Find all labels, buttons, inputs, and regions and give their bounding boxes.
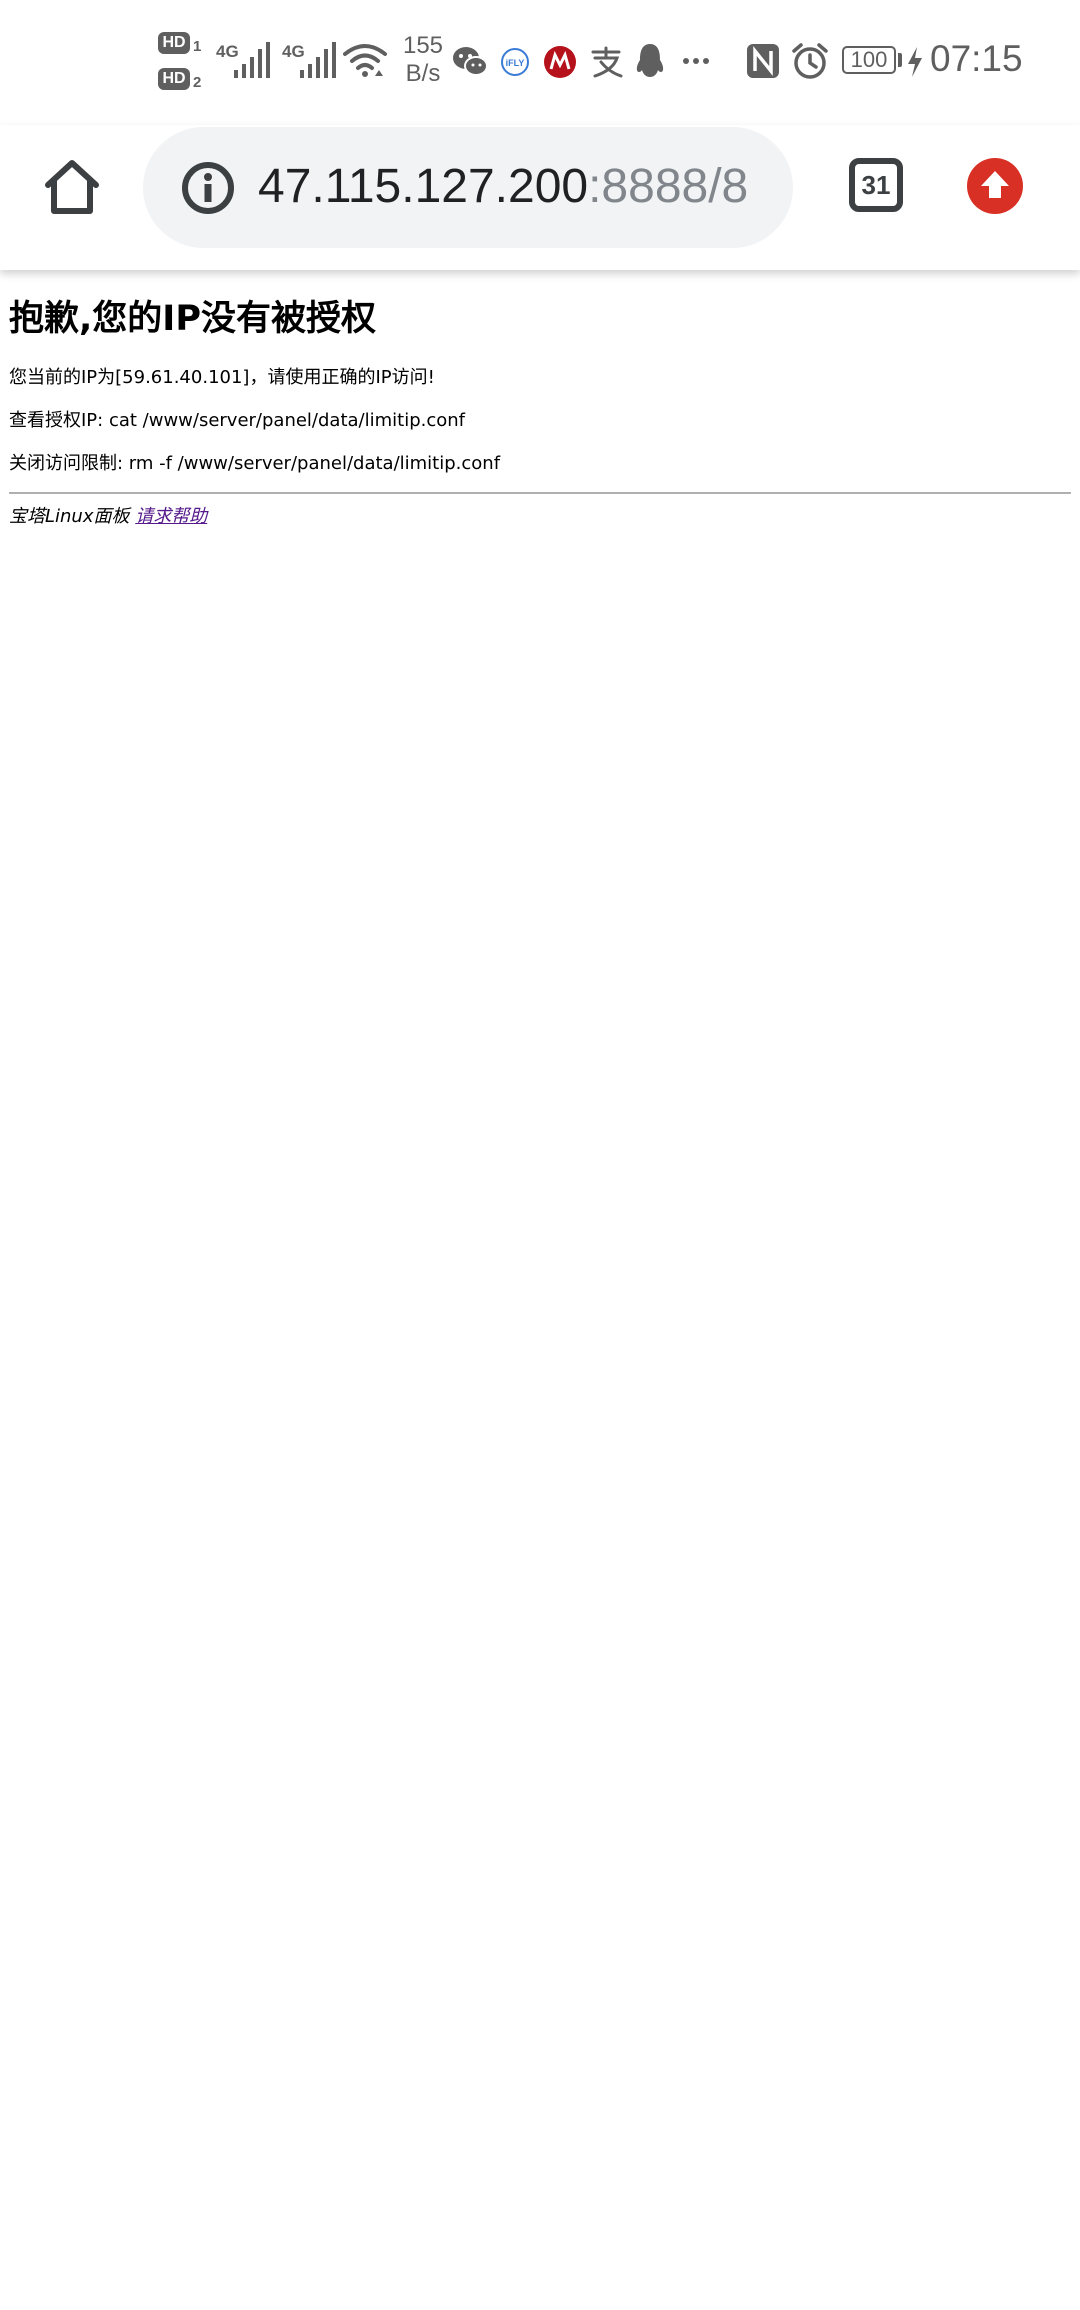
- qq-icon: [636, 44, 664, 77]
- svg-text:iFLY: iFLY: [506, 58, 525, 68]
- cmb-icon: [544, 46, 576, 78]
- sim2-index: 2: [193, 74, 202, 91]
- url-text[interactable]: 47.115.127.200:8888/8: [258, 157, 748, 217]
- signal-icon: [234, 42, 270, 78]
- page-content: 抱歉,您的IP没有被授权 您当前的IP为[59.61.40.101]，请使用正确…: [0, 270, 1080, 529]
- battery-icon: 100: [842, 46, 896, 74]
- hd-badge-sim2: HD: [158, 68, 190, 90]
- network-speed-unit: B/s: [405, 60, 441, 87]
- update-icon: [981, 171, 1009, 198]
- view-authorized-ip-command: 查看授权IP: cat /www/server/panel/data/limit…: [9, 410, 466, 431]
- page-title: 抱歉,您的IP没有被授权: [9, 299, 376, 339]
- browser-toolbar: 47.115.127.200:8888/8 31: [0, 125, 1080, 270]
- wifi-icon: [343, 44, 387, 77]
- network-speed-value: 155: [402, 32, 444, 59]
- wechat-icon: [453, 47, 488, 76]
- update-button[interactable]: [967, 158, 1023, 214]
- network-speed: 155 B/s: [398, 32, 448, 88]
- ifly-icon: iFLY: [501, 48, 529, 76]
- signal-icon: [300, 42, 336, 78]
- footer: 宝塔Linux面板 请求帮助: [9, 505, 1071, 529]
- hd-badge-sim1: HD: [158, 32, 190, 54]
- url-path: :8888/8: [588, 160, 749, 213]
- home-icon[interactable]: [40, 155, 104, 219]
- url-host: 47.115.127.200: [258, 160, 589, 213]
- status-time: 07:15: [930, 38, 1023, 79]
- alarm-icon: [792, 43, 828, 79]
- sim1-index: 1: [193, 38, 202, 55]
- status-bar: HD 1 HD 2 4G 4G 155 B/s iFLY 100 07:15: [0, 0, 1080, 125]
- disable-restriction-command: 关闭访问限制: rm -f /www/server/panel/data/lim…: [9, 453, 501, 474]
- help-link[interactable]: 请求帮助: [135, 506, 207, 527]
- divider: [9, 492, 1071, 494]
- address-bar[interactable]: 47.115.127.200:8888/8: [143, 127, 793, 248]
- charging-icon: [908, 47, 922, 77]
- current-ip-message: 您当前的IP为[59.61.40.101]，请使用正确的IP访问!: [9, 367, 435, 388]
- alipay-icon: [591, 46, 623, 78]
- footer-brand: 宝塔Linux面板: [9, 506, 130, 527]
- more-icon: [683, 58, 709, 64]
- nfc-icon: [747, 44, 779, 78]
- tab-switcher-button[interactable]: 31: [849, 158, 903, 212]
- battery-cap: [898, 53, 902, 67]
- info-icon[interactable]: [181, 161, 235, 215]
